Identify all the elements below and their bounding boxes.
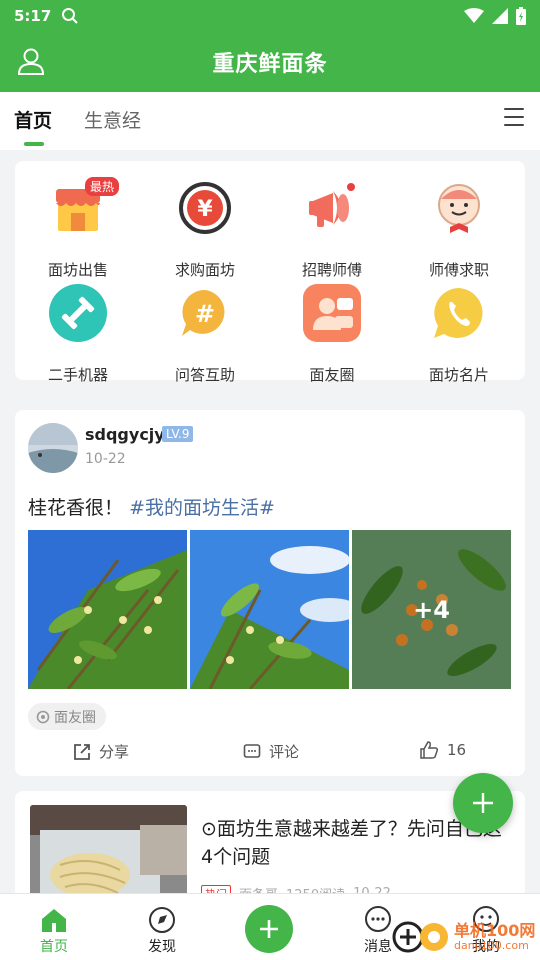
hashtag-icon: # <box>182 289 225 336</box>
watermark-logo <box>392 921 448 953</box>
plus-icon <box>473 793 493 813</box>
post-username[interactable]: sdqgycjy <box>85 425 165 444</box>
yuan-icon: ¥ <box>179 182 231 234</box>
category-label: 二手机器 <box>47 366 108 384</box>
tab-home[interactable]: 首页 <box>14 106 52 133</box>
watermark: 单机100网 danji100.com <box>392 913 540 960</box>
post-card[interactable]: sdqgycjy LV.9 10-22 桂花香很！ #我的面坊生活# +4 面友… <box>15 410 525 776</box>
status-time: 5:17 <box>14 7 52 25</box>
tab-indicator <box>24 142 44 146</box>
status-bar: 5:17 <box>0 0 540 32</box>
share-icon <box>74 743 90 760</box>
category-label: 招聘师傅 <box>301 261 362 279</box>
osmanthus-photo <box>190 530 349 689</box>
home-icon <box>42 909 66 932</box>
more-photos-overlay[interactable]: +4 <box>352 530 511 689</box>
publish-button[interactable] <box>245 905 293 953</box>
hot-badge: 最热 <box>85 177 120 196</box>
level-badge: LV.9 <box>162 426 194 442</box>
osmanthus-photo <box>28 530 187 689</box>
chef-icon <box>438 184 480 233</box>
app-title: 重庆鲜面条 <box>212 52 328 77</box>
post-photo[interactable] <box>190 530 349 689</box>
share-button[interactable]: 分享 <box>73 741 129 762</box>
nav-discover[interactable]: 发现 <box>108 894 216 960</box>
dumbbell-icon <box>49 284 107 342</box>
add-post-fab[interactable] <box>453 773 513 833</box>
post-photo[interactable]: +4 <box>352 530 511 689</box>
post-photo[interactable] <box>28 530 187 689</box>
category-community[interactable]: 面友圈 <box>277 284 387 384</box>
category-label: 求购面坊 <box>174 261 235 279</box>
avatar-image <box>28 423 78 473</box>
phone-icon <box>434 288 483 338</box>
nav-label: 发现 <box>148 939 176 955</box>
user-icon[interactable] <box>16 46 46 76</box>
category-qa[interactable]: # 问答互助 <box>150 284 260 384</box>
like-count: 16 <box>447 741 467 759</box>
share-label: 分享 <box>99 743 130 761</box>
tab-business[interactable]: 生意经 <box>84 106 141 133</box>
category-hire-chef[interactable]: 招聘师傅 <box>277 179 387 279</box>
comment-button[interactable]: 评论 <box>243 741 299 762</box>
community-icon <box>303 284 361 342</box>
post-hashtag[interactable]: #我的面坊生活# <box>129 497 275 519</box>
category-label: 师傅求职 <box>428 261 489 279</box>
avatar[interactable] <box>28 423 78 473</box>
watermark-text: 单机100网 <box>454 921 536 940</box>
category-buy-shop[interactable]: ¥ 求购面坊 <box>150 179 260 279</box>
post-date: 10-22 <box>85 451 126 467</box>
search-status-icon <box>62 8 79 24</box>
comment-label: 评论 <box>269 743 300 761</box>
message-icon <box>365 906 391 932</box>
menu-icon[interactable] <box>504 108 524 126</box>
topic-chip[interactable]: 面友圈 <box>28 703 106 730</box>
post-text: 桂花香很！ #我的面坊生活# <box>28 493 275 520</box>
category-grid: 最热 面坊出售 ¥ 求购面坊 招聘师傅 师傅求职 二手机器 # 问答互助 面友圈… <box>15 161 525 384</box>
svg-text:¥: ¥ <box>197 197 213 222</box>
nav-home[interactable]: 首页 <box>0 894 108 960</box>
plus-icon <box>260 920 278 938</box>
category-chef-job[interactable]: 师傅求职 <box>404 179 514 279</box>
signal-icon <box>492 8 508 24</box>
category-label: 面友圈 <box>309 366 355 384</box>
watermark-sub: danji100.com <box>454 939 529 952</box>
wifi-icon <box>464 8 484 23</box>
svg-text:#: # <box>195 300 215 328</box>
battery-icon <box>516 7 526 25</box>
topic-label: 面友圈 <box>54 709 96 726</box>
category-used-machines[interactable]: 二手机器 <box>23 284 133 384</box>
category-label: 问答互助 <box>174 366 235 384</box>
category-label: 面坊名片 <box>428 366 489 384</box>
app-bar: 重庆鲜面条 <box>0 32 540 92</box>
like-button[interactable]: 16 <box>419 741 466 759</box>
thumbs-up-icon <box>420 741 439 759</box>
nav-label: 首页 <box>40 939 68 955</box>
tab-bar: 首页 生意经 <box>0 92 540 150</box>
megaphone-icon <box>309 183 355 227</box>
category-shop-sale[interactable]: 最热 面坊出售 <box>23 177 133 279</box>
discover-icon <box>149 907 175 933</box>
comment-icon <box>243 743 261 758</box>
community-small-icon <box>36 710 50 723</box>
post-body: 桂花香很！ <box>28 497 124 519</box>
category-business-card[interactable]: 面坊名片 <box>404 284 514 384</box>
category-label: 面坊出售 <box>47 261 108 279</box>
